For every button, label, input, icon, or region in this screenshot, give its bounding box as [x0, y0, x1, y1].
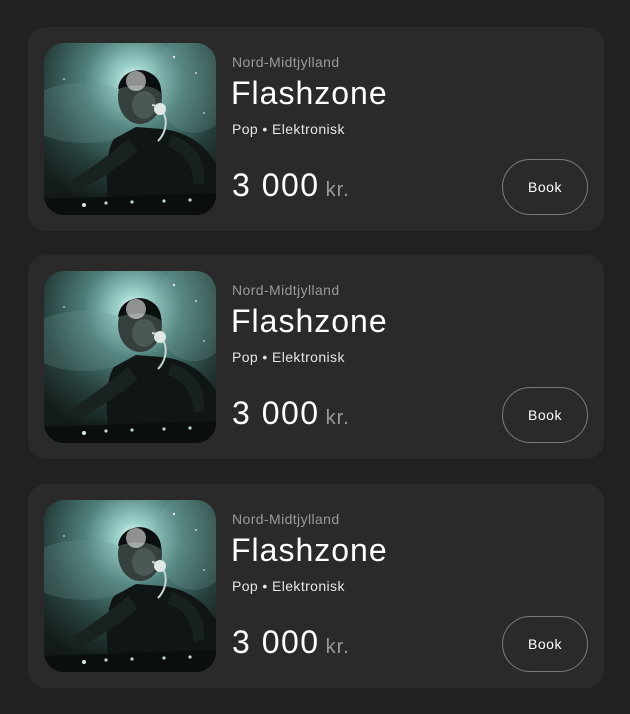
dj-photo-icon: [44, 500, 216, 672]
artist-region: Nord-Midtjylland: [232, 54, 340, 70]
artist-name: Flashzone: [231, 532, 388, 568]
artist-region: Nord-Midtjylland: [232, 282, 340, 298]
artist-price: 3 000 kr.: [232, 624, 350, 661]
price-amount: 3 000: [232, 395, 320, 431]
artist-genres: Pop • Elektronisk: [232, 121, 345, 137]
artist-genres: Pop • Elektronisk: [232, 578, 345, 594]
artist-list: Nord-Midtjylland Flashzone Pop • Elektro…: [0, 0, 630, 714]
artist-price: 3 000 kr.: [232, 395, 350, 432]
artist-region: Nord-Midtjylland: [232, 511, 340, 527]
artist-card[interactable]: Nord-Midtjylland Flashzone Pop • Elektro…: [28, 27, 604, 231]
artist-price: 3 000 kr.: [232, 167, 350, 204]
artist-photo: [44, 43, 216, 215]
artist-card[interactable]: Nord-Midtjylland Flashzone Pop • Elektro…: [28, 255, 604, 459]
price-currency: kr.: [325, 636, 350, 658]
price-currency: kr.: [325, 407, 350, 429]
artist-card[interactable]: Nord-Midtjylland Flashzone Pop • Elektro…: [28, 484, 604, 688]
artist-name: Flashzone: [231, 75, 388, 111]
artist-name: Flashzone: [231, 303, 388, 339]
dj-photo-icon: [44, 271, 216, 443]
book-button[interactable]: Book: [502, 616, 588, 672]
book-button[interactable]: Book: [502, 159, 588, 215]
artist-genres: Pop • Elektronisk: [232, 349, 345, 365]
dj-photo-icon: [44, 43, 216, 215]
artist-photo: [44, 271, 216, 443]
book-button[interactable]: Book: [502, 387, 588, 443]
artist-photo: [44, 500, 216, 672]
price-amount: 3 000: [232, 167, 320, 203]
price-currency: kr.: [325, 179, 350, 201]
price-amount: 3 000: [232, 624, 320, 660]
